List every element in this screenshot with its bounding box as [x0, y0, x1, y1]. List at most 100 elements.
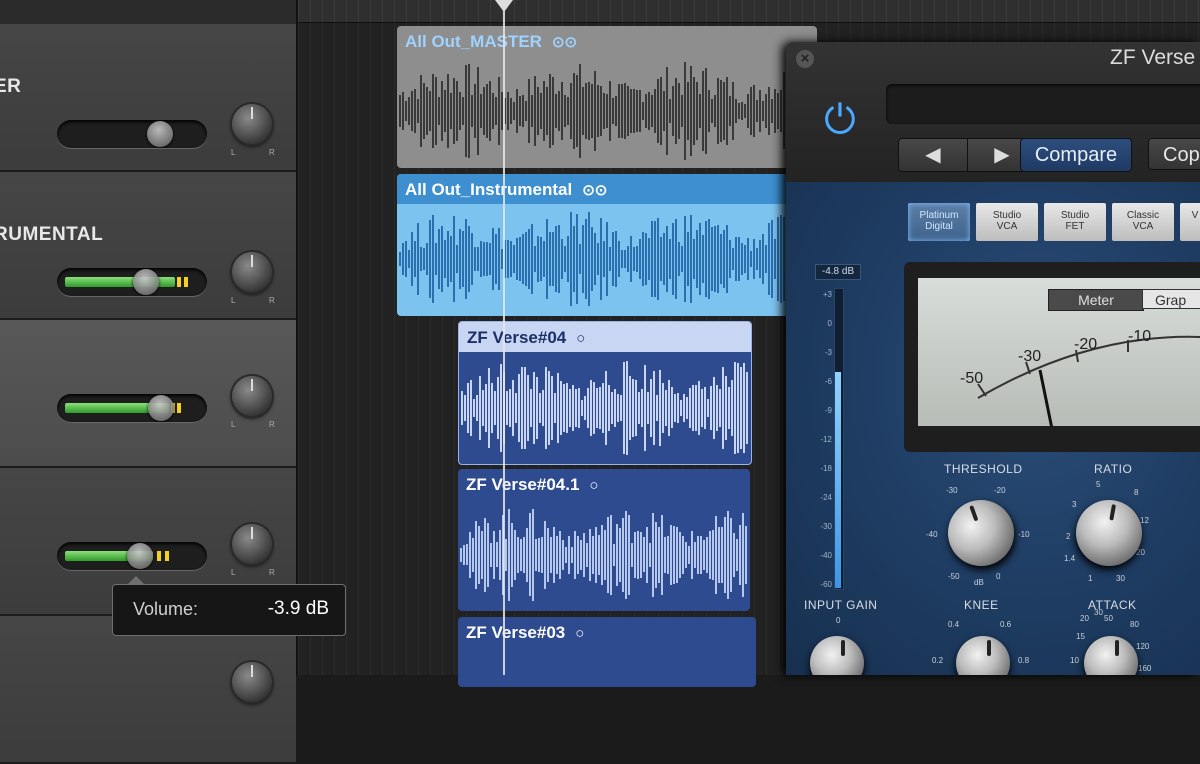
audio-region[interactable]: ZF Verse#04.1 ○: [458, 469, 750, 611]
waveform-sample: [671, 387, 673, 429]
waveform-sample: [477, 67, 479, 155]
track-header[interactable]: L R: [0, 320, 296, 468]
waveform-sample: [759, 90, 761, 132]
pan-knob[interactable]: [232, 104, 272, 144]
waveform-sample: [537, 236, 539, 282]
waveform-sample: [639, 238, 641, 280]
input-meter-scale-label: -40: [820, 551, 832, 560]
waveform-sample: [657, 217, 659, 301]
waveform-sample: [678, 82, 680, 140]
waveform-sample: [550, 536, 552, 574]
waveform-sample: [640, 532, 642, 578]
previous-preset-button[interactable]: ◀: [898, 138, 968, 172]
waveform-sample: [547, 527, 549, 583]
waveform-sample: [468, 64, 470, 158]
fader-knob[interactable]: [148, 395, 174, 421]
loop-icon: ○: [589, 477, 599, 494]
audio-region[interactable]: All Out_MASTER ⊙⊙: [397, 26, 817, 168]
timeline-ruler[interactable]: [298, 0, 1200, 23]
region-title: ZF Verse#04.1 ○: [466, 475, 598, 495]
knee-tick: 0.8: [1018, 656, 1030, 665]
audio-region[interactable]: All Out_Instrumental ⊙⊙: [397, 174, 817, 316]
waveform-sample: [528, 78, 530, 144]
waveform-sample: [606, 221, 608, 297]
pan-knob[interactable]: [232, 662, 272, 702]
waveform-sample: [584, 396, 586, 420]
graph-tab[interactable]: Grap: [1142, 289, 1200, 309]
power-icon[interactable]: ⏻: [818, 98, 862, 142]
input-meter-value: -4.8 dB: [815, 264, 861, 280]
waveform-sample: [661, 514, 663, 596]
waveform-sample: [600, 218, 602, 300]
waveform-sample: [714, 95, 716, 127]
pan-knob[interactable]: [232, 252, 272, 292]
waveform-sample: [710, 385, 712, 431]
waveform-sample: [609, 247, 611, 271]
tooltip-label: Volume:: [133, 599, 199, 619]
waveform-sample: [591, 226, 593, 292]
waveform-sample: [720, 79, 722, 143]
waveform-sample: [534, 245, 536, 273]
waveform-sample: [582, 224, 584, 293]
waveform-sample: [577, 536, 579, 574]
threshold-tick: -10: [1018, 530, 1030, 539]
model-platinum-digital-button[interactable]: Platinum Digital: [908, 203, 970, 241]
copy-button[interactable]: Cop: [1148, 138, 1200, 170]
waveform-sample: [726, 77, 728, 145]
region-title-text: All Out_Instrumental: [405, 180, 573, 199]
pan-knob[interactable]: [232, 524, 272, 564]
close-button[interactable]: ×: [796, 50, 814, 68]
fader-knob[interactable]: [147, 121, 173, 147]
waveform-sample: [570, 83, 572, 139]
waveform-sample: [672, 223, 674, 295]
model-studio-fet-button[interactable]: Studio FET: [1044, 203, 1106, 241]
volume-fader[interactable]: [57, 120, 207, 148]
input-meter-scale-label: -24: [820, 493, 832, 502]
waveform-sample: [632, 378, 634, 438]
waveform-sample: [711, 226, 713, 292]
waveform-sample: [479, 375, 481, 441]
waveform-sample: [560, 380, 562, 436]
input-meter-scale-label: -18: [820, 464, 832, 473]
compressor-plugin-window[interactable]: × ZF Verse ⏻ ◀ ▶ Compare Cop Platinum Dig…: [786, 42, 1200, 675]
region-title: ZF Verse#03 ○: [466, 623, 584, 643]
waveform-sample: [668, 380, 670, 436]
waveform-sample: [596, 387, 598, 429]
model-studio-vca-button[interactable]: Studio VCA: [976, 203, 1038, 241]
fader-knob[interactable]: [133, 269, 159, 295]
preset-menu[interactable]: [886, 84, 1200, 124]
track-header[interactable]: RUMENTAL L R: [0, 172, 296, 320]
model-classic-vca-button[interactable]: Classic VCA: [1112, 203, 1174, 241]
waveform-sample: [580, 539, 582, 571]
volume-fader[interactable]: [57, 268, 207, 296]
fader-knob[interactable]: [127, 543, 153, 569]
track-header[interactable]: ER L R: [0, 24, 296, 172]
waveform-sample: [453, 216, 455, 302]
waveform-sample: [717, 224, 719, 294]
compare-button[interactable]: Compare: [1020, 138, 1132, 172]
pan-knob[interactable]: [232, 376, 272, 416]
waveform-sample: [670, 525, 672, 585]
model-label: Studio: [992, 210, 1022, 221]
waveform-sample: [597, 85, 599, 137]
playhead-handle[interactable]: [495, 0, 513, 12]
waveform-sample: [603, 92, 605, 130]
meter-tab[interactable]: Meter: [1048, 289, 1144, 311]
waveform-sample: [651, 95, 653, 127]
waveform-sample: [733, 532, 735, 578]
waveform-sample: [743, 362, 745, 454]
waveform-sample: [483, 86, 485, 136]
playhead[interactable]: [503, 0, 505, 675]
waveform-sample: [707, 399, 709, 417]
track-header[interactable]: [0, 616, 296, 764]
waveform-sample: [576, 214, 578, 304]
waveform-sample: [518, 373, 520, 443]
model-vintage-button[interactable]: V: [1180, 203, 1200, 241]
waveform-sample: [774, 89, 776, 133]
waveform-sample: [750, 86, 752, 136]
waveform-sample: [620, 395, 622, 421]
volume-fader[interactable]: [57, 394, 207, 422]
volume-fader[interactable]: [57, 542, 207, 570]
input-gain-label: INPUT GAIN: [804, 598, 878, 612]
pan-left-label: L: [231, 420, 236, 429]
